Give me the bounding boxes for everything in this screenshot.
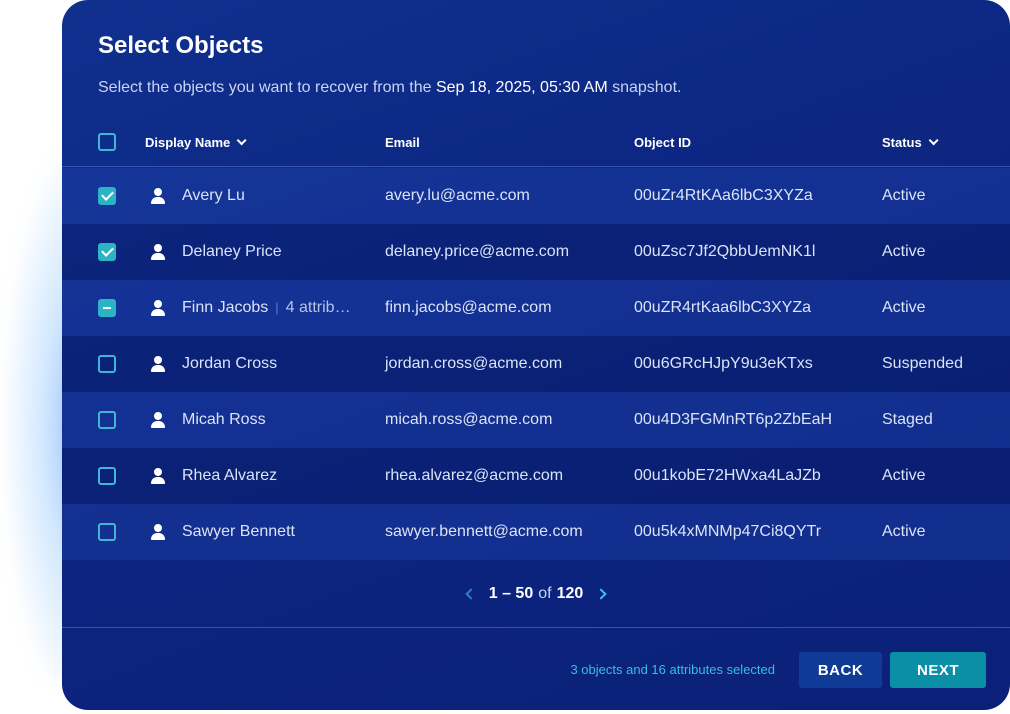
email: avery.lu@acme.com — [385, 187, 530, 204]
table-row[interactable]: Rhea Alvarez rhea.alvarez@acme.com 00u1k… — [62, 448, 1010, 504]
next-button[interactable]: NEXT — [890, 652, 986, 688]
table-row[interactable]: Finn Jacobs | 4 attrib… finn.jacobs@acme.c… — [62, 280, 1010, 336]
attributes-link[interactable]: 4 attrib… — [286, 299, 351, 316]
user-icon — [150, 188, 166, 204]
back-button[interactable]: BACK — [799, 652, 882, 688]
divider: | — [275, 300, 279, 315]
table-header: Display Name Email Object ID Status — [62, 120, 1010, 167]
status: Active — [882, 243, 926, 260]
pagination-label: 1 – 50 of 120 — [489, 585, 584, 603]
status: Active — [882, 299, 926, 316]
select-all-checkbox[interactable] — [98, 133, 116, 151]
status: Active — [882, 187, 926, 204]
status: Staged — [882, 411, 933, 428]
chevron-left-icon[interactable] — [465, 587, 477, 600]
user-icon — [150, 356, 166, 372]
column-status-label: Status — [882, 135, 922, 150]
chevron-down-icon — [928, 135, 939, 146]
selection-summary: 3 objects and 16 attributes selected — [570, 662, 775, 677]
page-of: of — [538, 584, 552, 602]
dialog-title: Select Objects — [98, 32, 264, 59]
display-name: Finn Jacobs | 4 attrib… — [182, 299, 351, 317]
email: jordan.cross@acme.com — [385, 355, 563, 372]
object-id: 00u5k4xMNMp47Ci8QYTr — [634, 523, 822, 540]
user-icon — [150, 412, 166, 428]
object-id: 00u4D3FGMnRT6p2ZbEaH — [634, 411, 833, 428]
table-row[interactable]: Delaney Price delaney.price@acme.com 00u… — [62, 224, 1010, 280]
email: micah.ross@acme.com — [385, 411, 553, 428]
object-id: 00uZr4RtKAa6lbC3XYZa — [634, 187, 813, 204]
email: finn.jacobs@acme.com — [385, 299, 552, 316]
display-name: Jordan Cross — [182, 355, 277, 373]
status: Active — [882, 523, 926, 540]
column-object-id: Object ID — [634, 135, 691, 150]
page-total: 120 — [556, 584, 584, 602]
user-icon — [150, 524, 166, 540]
table-row[interactable]: Avery Lu avery.lu@acme.com 00uZr4RtKAa6l… — [62, 168, 1010, 224]
object-id: 00uZsc7Jf2QbbUemNK1l — [634, 243, 816, 260]
display-name-text: Finn Jacobs — [182, 299, 269, 316]
chevron-right-icon[interactable] — [595, 587, 607, 600]
object-id: 00uZR4rtKaa6lbC3XYZa — [634, 299, 811, 316]
user-icon — [150, 468, 166, 484]
row-checkbox[interactable] — [98, 299, 116, 317]
display-name: Micah Ross — [182, 411, 266, 429]
column-object-id-label: Object ID — [634, 135, 692, 150]
row-checkbox[interactable] — [98, 243, 116, 261]
pagination: 1 – 50 of 120 — [62, 560, 1010, 628]
display-name: Avery Lu — [182, 187, 245, 205]
user-icon — [150, 244, 166, 260]
status: Active — [882, 467, 926, 484]
select-objects-dialog: Select Objects Select the objects you wa… — [62, 0, 1010, 710]
object-id: 00u6GRcHJpY9u3eKTxs — [634, 355, 813, 372]
row-checkbox[interactable] — [98, 523, 116, 541]
subtitle-suffix: snapshot. — [607, 79, 682, 96]
page-range: 1 – 50 — [488, 584, 534, 602]
email: delaney.price@acme.com — [385, 243, 570, 260]
dialog-subtitle: Select the objects you want to recover f… — [98, 79, 681, 97]
display-name: Delaney Price — [182, 243, 282, 261]
display-name: Rhea Alvarez — [182, 467, 277, 485]
display-name-text: Micah Ross — [182, 411, 266, 428]
column-status[interactable]: Status — [882, 135, 939, 150]
snapshot-date: Sep 18, 2025, 05:30 AM — [435, 79, 608, 96]
display-name-text: Avery Lu — [182, 187, 245, 204]
column-email-label: Email — [385, 135, 420, 150]
status: Suspended — [882, 355, 963, 372]
user-icon — [150, 300, 166, 316]
email: sawyer.bennett@acme.com — [385, 523, 583, 540]
object-id: 00u1kobE72HWxa4LaJZb — [634, 467, 821, 484]
row-checkbox[interactable] — [98, 467, 116, 485]
table-row[interactable]: Sawyer Bennett sawyer.bennett@acme.com 0… — [62, 504, 1010, 560]
display-name: Sawyer Bennett — [182, 523, 295, 541]
display-name-text: Rhea Alvarez — [182, 467, 278, 484]
table-row[interactable]: Jordan Cross jordan.cross@acme.com 00u6G… — [62, 336, 1010, 392]
row-checkbox[interactable] — [98, 411, 116, 429]
column-email: Email — [385, 135, 420, 150]
table-row[interactable]: Micah Ross micah.ross@acme.com 00u4D3FGM… — [62, 392, 1010, 448]
object-table-body: Avery Lu avery.lu@acme.com 00uZr4RtKAa6l… — [62, 168, 1010, 560]
display-name-text: Sawyer Bennett — [182, 523, 295, 540]
display-name-text: Jordan Cross — [182, 355, 278, 372]
row-checkbox[interactable] — [98, 355, 116, 373]
subtitle-prefix: Select the objects you want to recover f… — [98, 79, 436, 96]
column-display-name-label: Display Name — [145, 135, 231, 150]
column-display-name[interactable]: Display Name — [145, 135, 247, 150]
email: rhea.alvarez@acme.com — [385, 467, 564, 484]
display-name-text: Delaney Price — [182, 243, 282, 260]
chevron-down-icon — [236, 135, 247, 146]
row-checkbox[interactable] — [98, 187, 116, 205]
